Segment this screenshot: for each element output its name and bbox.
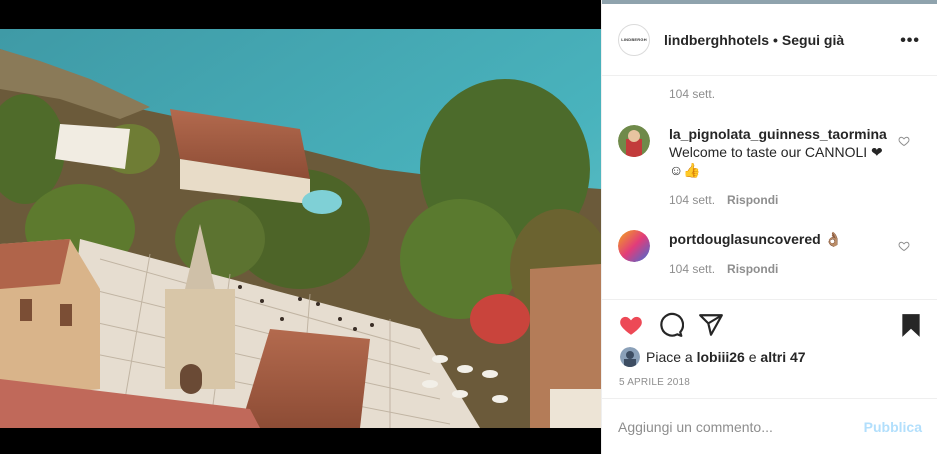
share-icon[interactable] (698, 312, 724, 338)
reply-button[interactable]: Rispondi (727, 191, 778, 209)
commenter-avatar[interactable] (618, 230, 650, 262)
commenter-avatar[interactable] (618, 125, 650, 157)
comment-time: 104 sett. (669, 262, 716, 276)
comment-line: portdouglasuncovered 👌🏽 (669, 230, 891, 248)
comment-meta: 104 sett. Rispondi (669, 191, 891, 209)
like-comment-icon[interactable] (898, 240, 910, 252)
comment-body: portdouglasuncovered 👌🏽 104 sett. Rispon… (669, 230, 891, 278)
follow-state-button[interactable]: Segui già (782, 32, 844, 48)
post-photo-area (0, 0, 601, 454)
comment-body: la_pignolata_guinness_taormina Welcome t… (669, 125, 891, 209)
header-separator: • (773, 31, 778, 48)
comments-list: 104 sett. la_pignolata_guinness_taormina… (602, 77, 937, 299)
post-actions: Piace a lobiii26 e altri 47 5 APRILE 201… (602, 299, 937, 398)
post-photo[interactable] (0, 29, 601, 428)
like-comment-icon[interactable] (898, 135, 910, 147)
publish-button[interactable]: Pubblica (864, 419, 922, 435)
reply-button[interactable]: Rispondi (727, 260, 778, 278)
post-date[interactable]: 5 APRILE 2018 (619, 377, 690, 388)
likes-prefix: Piace a (646, 349, 693, 365)
comment-meta: 104 sett. (669, 87, 715, 101)
likes-conjunction: e (748, 349, 757, 365)
comment-username[interactable]: portdouglasuncovered (669, 231, 821, 247)
likes-user[interactable]: lobiii26 (697, 349, 745, 365)
comment-input[interactable] (618, 418, 864, 435)
account-avatar[interactable]: LINDBERGH (618, 23, 650, 56)
post-side-panel: LINDBERGH lindberghhotels • Segui già ••… (601, 0, 937, 454)
comment-username[interactable]: la_pignolata_guinness_taormina (669, 125, 891, 143)
add-comment-bar: Pubblica (602, 398, 937, 454)
comment-time: 104 sett. (669, 193, 716, 207)
bookmark-icon[interactable] (898, 312, 924, 338)
account-username[interactable]: lindberghhotels (664, 32, 769, 48)
liker-avatar[interactable] (620, 347, 640, 367)
comment-time: 104 sett. (669, 87, 716, 101)
likes-summary: Piace a lobiii26 e altri 47 (620, 347, 806, 367)
header-text: lindberghhotels • Segui già (664, 32, 844, 48)
heart-icon[interactable] (618, 312, 644, 338)
logo-text: LINDBERGH (621, 37, 647, 42)
comment-meta: 104 sett. Rispondi (669, 260, 891, 278)
comment-text: Welcome to taste our CANNOLI ❤☺👍 (669, 144, 883, 178)
comment-text: 👌🏽 (824, 231, 843, 247)
likes-others-button[interactable]: altri 47 (760, 349, 805, 365)
comment-icon[interactable] (658, 312, 684, 338)
more-options-icon[interactable]: ••• (900, 32, 920, 50)
post-header: LINDBERGH lindberghhotels • Segui già ••… (602, 4, 937, 76)
